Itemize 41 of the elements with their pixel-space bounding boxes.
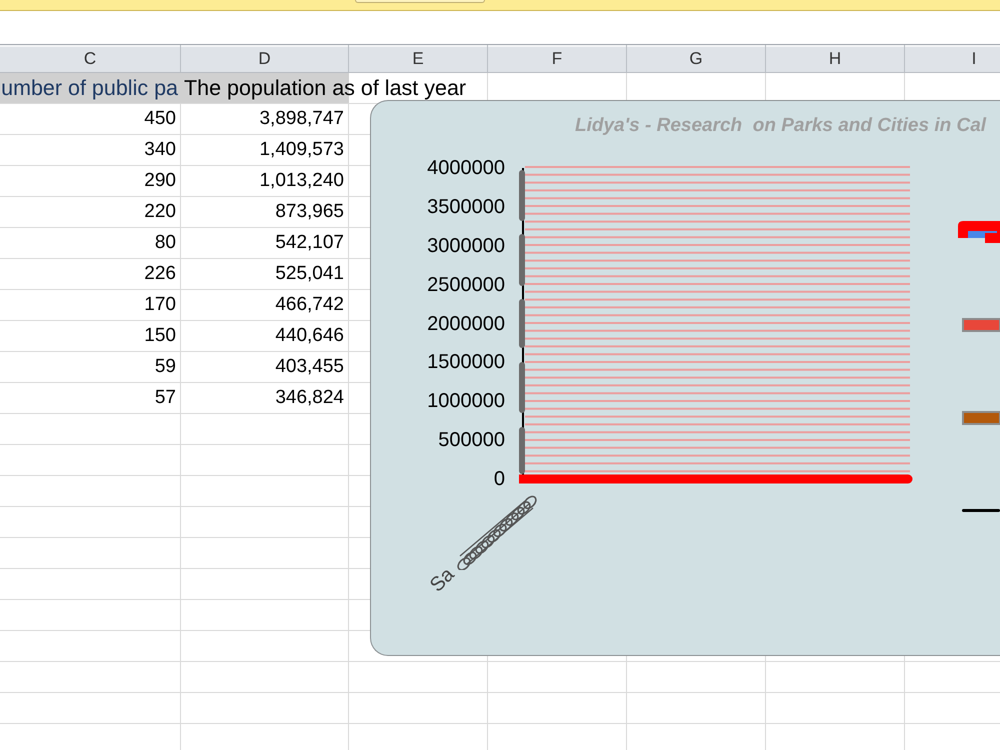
column-header[interactable]: C (0, 45, 181, 72)
axis-label: 4000000 (427, 158, 505, 178)
axis-label: 2500000 (427, 274, 505, 295)
table-cell: 150 (0, 321, 181, 351)
table-cell: 57 (0, 383, 181, 413)
table-cell: 346,824 (181, 383, 349, 413)
table-cell: 542,107 (181, 228, 349, 258)
column-header[interactable]: H (766, 45, 905, 72)
column-header[interactable]: E (349, 45, 488, 72)
column-header[interactable]: I (905, 45, 1000, 72)
axis-label: 0 (494, 469, 505, 489)
axis-label: 1500000 (427, 352, 505, 372)
column-header[interactable]: G (627, 45, 766, 72)
chart-title: Lidya's - Research on Parks and Cities in Cal (575, 115, 986, 137)
table-cell: 873,965 (181, 197, 349, 227)
cell-text: The population as of last year (184, 77, 466, 99)
table-cell: 220 (0, 197, 181, 227)
table-cell: 450 (0, 104, 181, 134)
column-header[interactable]: F (488, 45, 627, 72)
bar-button[interactable] (355, 0, 485, 3)
axis-label: 500000 (438, 430, 505, 450)
axis-label: 3500000 (427, 196, 505, 217)
column-header[interactable]: D (181, 45, 349, 72)
table-cell: 466,742 (181, 290, 349, 320)
axis-label: 3000000 (427, 236, 505, 256)
table-cell: 1,409,573 (181, 135, 349, 165)
table-cell: 340 (0, 135, 181, 165)
table-cell: 403,455 (181, 352, 349, 382)
table-cell: 1,013,240 (181, 166, 349, 196)
table-cell: 59 (0, 352, 181, 382)
table-cell: 525,041 (181, 259, 349, 289)
table-cell: 3,898,747 (181, 104, 349, 134)
table-cell: 440,646 (181, 321, 349, 351)
table-cell: 80 (0, 228, 181, 258)
cell-text: umber of public pa (1, 77, 178, 99)
table-cell: 170 (0, 290, 181, 320)
table-cell: 290 (0, 166, 181, 196)
axis-label: 1000000 (427, 391, 505, 412)
table-cell: 226 (0, 259, 181, 289)
axis-label: 2000000 (427, 314, 505, 334)
axis-label: Sa (426, 564, 458, 596)
